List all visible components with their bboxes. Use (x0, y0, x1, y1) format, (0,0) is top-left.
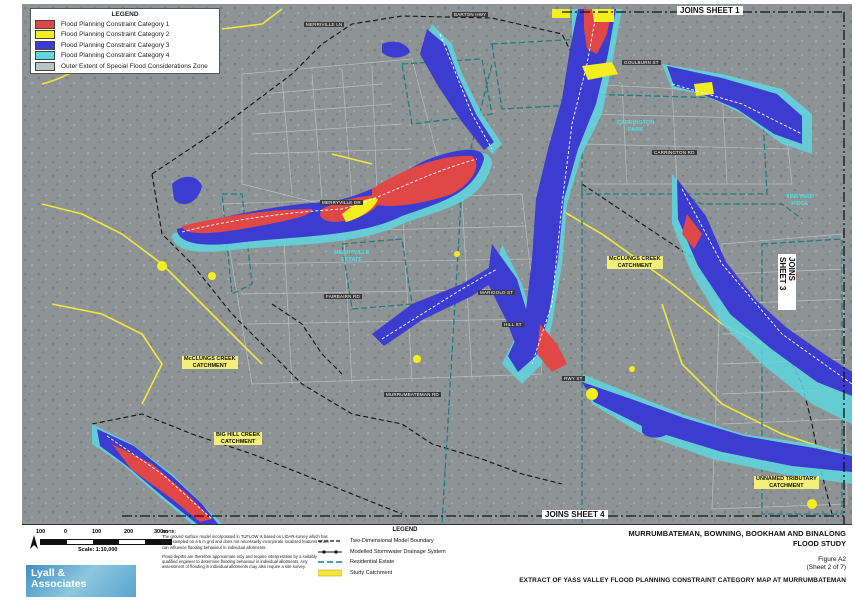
label-big-hill-creek: BIG HILL CREEK CATCHMENT (214, 432, 263, 445)
flood-map[interactable]: LEGEND Flood Planning Constraint Categor… (22, 4, 852, 524)
legend-item-cat3: Flood Planning Constraint Category 3 (35, 40, 215, 51)
legend-model-boundary: Two-Dimensional Model Boundary (318, 536, 492, 547)
note-body-2: Flood depths are therefore approximate o… (162, 553, 317, 570)
legend-item-cat1: Flood Planning Constraint Category 1 (35, 19, 215, 30)
label-mcclungs-creek-right: McCLUNGS CREEK CATCHMENT (607, 256, 663, 269)
cat4-swatch (35, 51, 55, 61)
north-arrow-icon (30, 535, 38, 551)
legend-item-outer-extent: Outer Extent of Special Flood Considerat… (35, 61, 215, 72)
road-label: MERRIVILLE LN (304, 22, 345, 27)
road-label: BARTON HWY (452, 12, 489, 17)
legend-item-cat4: Flood Planning Constraint Category 4 (35, 51, 215, 62)
outer-extent-swatch (35, 61, 55, 71)
figure-caption: EXTRACT OF YASS VALLEY FLOOD PLANNING CO… (519, 577, 846, 584)
teal-dash-icon (318, 558, 342, 566)
company-logo: Lyall & Associates (26, 565, 136, 597)
legend-title: LEGEND (111, 11, 139, 18)
title-block: MURRUMBATEMAN, BOWNING, BOOKHAM AND BINA… (486, 529, 846, 584)
label-vineyard-ridge: VINEYARD RIDGE (786, 194, 814, 207)
scale-tick: 100 (92, 529, 102, 535)
cat3-swatch (35, 40, 55, 50)
label-unnamed-tributary: UNNAMED TRIBUTARY CATCHMENT (754, 476, 819, 489)
cat1-swatch (35, 19, 55, 29)
road-label: GOULBURN ST (622, 60, 661, 65)
scale-tick: 0 (64, 529, 68, 535)
legend-study-catchment: Study Catchment (317, 568, 492, 579)
cat2-swatch (35, 30, 55, 40)
legend-label: Flood Planning Constraint Category 1 (61, 20, 170, 28)
map-canvas (22, 4, 852, 524)
road-label: MURRUMBATEMAN RD (384, 392, 441, 397)
study-subtitle: FLOOD STUDY (793, 539, 846, 548)
label-merryville-estate: MERRYVILLE ESTATE (334, 250, 370, 263)
legend-label: Flood Planning Constraint Category 4 (61, 52, 170, 60)
scale-graphic (40, 539, 172, 545)
note-body-1: The ground surface model incorporated in… (162, 534, 330, 550)
title-panel: 100 0 100 200 300m Scale: 1:10,000 Lyall… (22, 524, 852, 599)
road-label: FAIRBAIRN RD (324, 294, 362, 299)
legend-label: Flood Planning Constraint Category 3 (61, 41, 170, 49)
figure-frame: LEGEND Flood Planning Constraint Categor… (0, 0, 855, 600)
dashed-line-icon (318, 537, 342, 545)
joins-sheet-bottom: JOINS SHEET 4 (542, 510, 608, 519)
yellow-line-icon (317, 569, 343, 577)
road-label: CARRINGTON RD (652, 150, 697, 155)
road-label: HILL ST (502, 322, 524, 327)
legend-lines: LEGEND Two-Dimensional Model Boundary Mo… (317, 527, 492, 579)
label-carrington-park: CARRINGTON PARK (617, 120, 655, 133)
joins-sheet-right: JOINS SHEET 3 (778, 254, 796, 310)
legend-label: Residential Estate (350, 559, 395, 566)
scale-tick: 100 (36, 529, 46, 535)
legend-flood-categories: LEGEND Flood Planning Constraint Categor… (30, 8, 220, 74)
scale-tick: 200 (124, 529, 134, 535)
legend-label: Two-Dimensional Model Boundary (350, 538, 434, 545)
scale-bar: 100 0 100 200 300m Scale: 1:10,000 (28, 529, 176, 565)
scale-caption: Scale: 1:10,000 (78, 547, 118, 553)
sheet-number: (Sheet 2 of 7) (806, 564, 846, 571)
legend-label: Flood Planning Constraint Category 2 (61, 31, 170, 39)
legend-bottom-title: LEGEND (392, 527, 418, 533)
joins-sheet-top: JOINS SHEET 1 (677, 6, 743, 15)
road-label: MERRYVILLE DR (320, 200, 363, 205)
road-label: MARIGOLD ST (478, 290, 516, 295)
figure-number: Figure A2 (818, 556, 846, 563)
logo-text: Lyall & Associates (31, 567, 87, 590)
drainage-line-icon (318, 548, 342, 556)
legend-item-cat2: Flood Planning Constraint Category 2 (35, 30, 215, 41)
study-title: MURRUMBATEMAN, BOWNING, BOOKHAM AND BINA… (628, 529, 846, 538)
legend-drainage: Modelled Stormwater Drainage System (318, 547, 492, 558)
legend-label: Outer Extent of Special Flood Considerat… (61, 62, 208, 70)
legend-residential-estate: Residential Estate (318, 557, 492, 568)
road-label: RWY ST (562, 376, 585, 381)
legend-label: Study Catchment (350, 569, 393, 576)
note-block: NOTE: The ground surface model incorpora… (162, 529, 330, 569)
legend-label: Modelled Stormwater Drainage System (350, 548, 446, 555)
label-mcclungs-creek-left: McCLUNGS CREEK CATCHMENT (182, 356, 238, 369)
